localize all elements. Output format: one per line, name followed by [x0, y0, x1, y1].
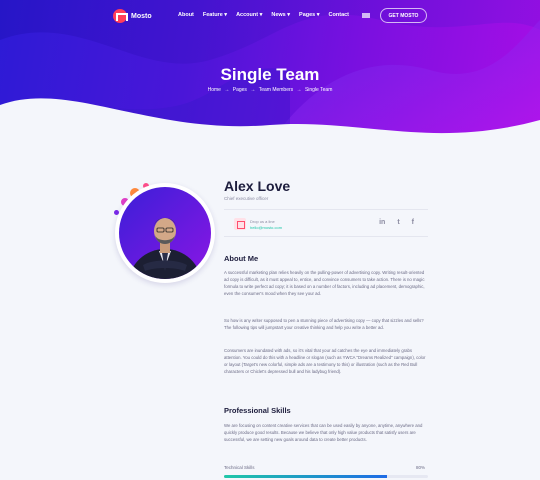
breadcrumb-pages[interactable]: Pages — [233, 87, 247, 93]
page-title: Single Team — [220, 65, 320, 84]
top-navigation: Mosto About Feature ▾ Account ▾ News ▾ P… — [0, 8, 540, 24]
profile-photo — [119, 187, 211, 279]
language-flag-icon[interactable] — [362, 13, 370, 18]
chevron-down-icon: ▾ — [224, 12, 228, 18]
linkedin-icon[interactable]: in — [379, 219, 385, 226]
chevron-down-icon: ▾ — [316, 12, 320, 18]
about-paragraph-2: So how is any writer supposed to pen a s… — [224, 318, 424, 330]
breadcrumb-team-members[interactable]: Team Members — [259, 87, 293, 93]
chevron-down-icon: ▾ — [287, 12, 291, 18]
nav-item-account[interactable]: Account ▾ — [236, 12, 262, 18]
contact-label: Drop us a line — [250, 219, 275, 224]
nav-item-label: Feature — [202, 12, 223, 18]
nav-item-label: Account — [236, 12, 259, 18]
main-menu: About Feature ▾ Account ▾ News ▾ Pages ▾… — [178, 12, 349, 18]
skills-paragraph: We are focusing on content creative serv… — [224, 423, 423, 442]
nav-item-label: News — [271, 12, 286, 18]
about-paragraph-3: Consumers are inundated with ads, so it'… — [224, 348, 426, 374]
about-heading: About Me — [224, 254, 259, 263]
mail-icon — [234, 218, 246, 230]
person-illustration — [129, 218, 201, 279]
member-name: Alex Love — [224, 178, 291, 194]
nav-item-news[interactable]: News ▾ — [271, 12, 290, 18]
contact-row: Drop us a line hello@mosto.com in t f — [224, 209, 428, 237]
social-links: in t f — [379, 219, 414, 226]
logo[interactable]: Mosto — [113, 9, 152, 23]
twitter-icon[interactable]: t — [397, 219, 399, 226]
facebook-icon[interactable]: f — [412, 219, 414, 226]
member-role: Chief executive officer — [224, 196, 269, 201]
arrow-right-icon: → — [296, 87, 302, 93]
nav-item-feature[interactable]: Feature ▾ — [203, 12, 227, 18]
arrow-right-icon: → — [250, 87, 256, 93]
hero-banner: Mosto About Feature ▾ Account ▾ News ▾ P… — [0, 0, 540, 160]
about-paragraph-1: A successful marketing plan relies heavi… — [224, 270, 425, 296]
nav-item-pages[interactable]: Pages ▾ — [299, 12, 320, 18]
contact-email-link[interactable]: hello@mosto.com — [250, 225, 282, 230]
skills-heading: Professional Skills — [224, 406, 291, 415]
skill-progress-fill — [224, 475, 388, 478]
nav-item-label: Pages — [299, 12, 316, 18]
skill-percent: 80% — [416, 465, 426, 470]
profile-photo-frame — [115, 183, 215, 283]
breadcrumb-current: Single Team — [304, 87, 333, 93]
get-mosto-button[interactable]: GET MOSTO — [380, 8, 427, 23]
nav-item-contact[interactable]: Contact — [329, 12, 349, 18]
nav-item-about[interactable]: About — [178, 12, 194, 18]
breadcrumb-home[interactable]: Home — [208, 87, 221, 93]
skill-label: Technical Skills — [224, 465, 255, 470]
chevron-down-icon: ▾ — [259, 12, 263, 18]
breadcrumb: Home → Pages → Team Members → Single Tea… — [0, 87, 540, 93]
skill-progress-bar — [224, 475, 428, 478]
brand-name: Mosto — [131, 12, 152, 20]
arrow-right-icon: → — [224, 87, 230, 93]
logo-icon — [113, 9, 128, 23]
